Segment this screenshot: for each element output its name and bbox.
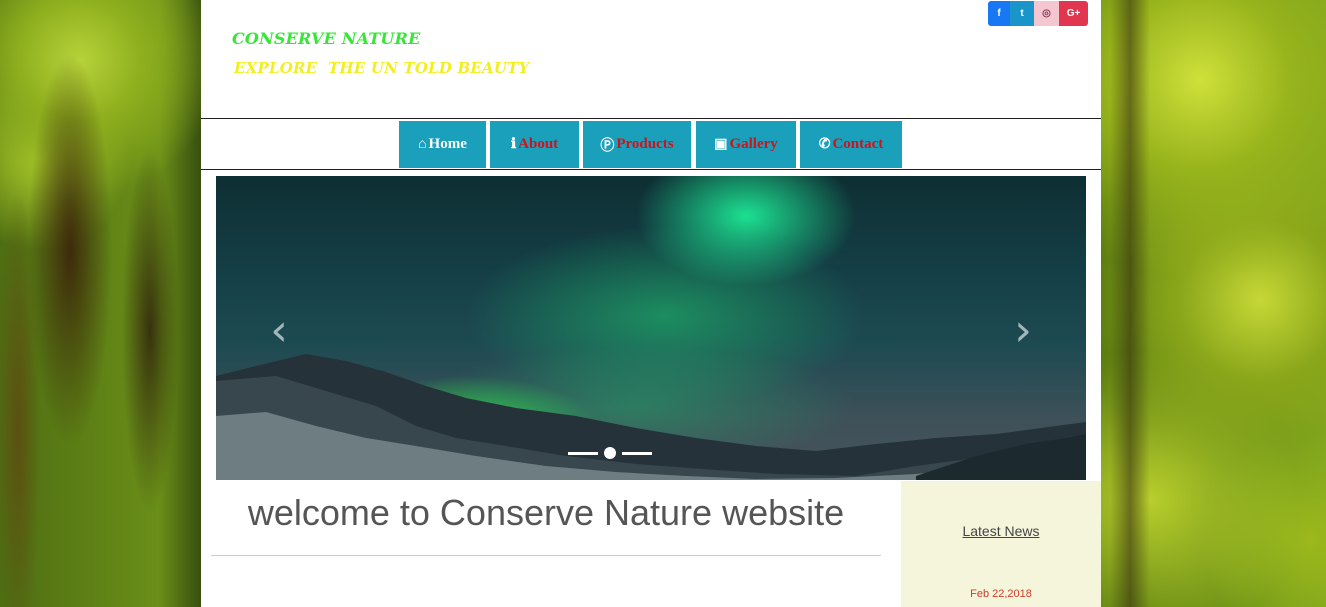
google-plus-icon[interactable]: G+ bbox=[1059, 1, 1088, 26]
news-sidebar: Latest News Feb 22,2018 bbox=[901, 481, 1101, 607]
main-nav: ⌂ Home ℹ About Ⓟ Products ▣ Gallery ✆ Co… bbox=[201, 118, 1101, 170]
home-icon: ⌂ bbox=[418, 136, 427, 152]
social-links: f t ◎ G+ bbox=[988, 1, 1088, 26]
site-subtitle: EXPLORE THE UN TOLD BEAUTY bbox=[234, 59, 530, 77]
nav-label-gallery: Gallery bbox=[729, 136, 778, 152]
nav-contact[interactable]: ✆ Contact bbox=[800, 121, 902, 168]
contact-icon: ✆ bbox=[818, 137, 831, 152]
carousel-next-button[interactable]: › bbox=[1008, 309, 1038, 353]
aurora-slide-image bbox=[216, 354, 1086, 480]
facebook-icon[interactable]: f bbox=[988, 1, 1010, 26]
welcome-heading: welcome to Conserve Nature website bbox=[247, 492, 845, 533]
info-icon: ℹ bbox=[510, 137, 517, 152]
image-icon: ▣ bbox=[714, 137, 728, 152]
nav-gallery[interactable]: ▣ Gallery bbox=[696, 121, 796, 168]
carousel-prev-button[interactable]: ‹ bbox=[264, 309, 294, 353]
divider bbox=[211, 555, 881, 556]
background-tree-trunk bbox=[1110, 0, 1150, 607]
carousel-indicator-1[interactable] bbox=[568, 451, 598, 455]
hero-carousel: ‹ › bbox=[216, 176, 1086, 480]
nav-products[interactable]: Ⓟ Products bbox=[583, 121, 691, 168]
carousel-indicator-3[interactable] bbox=[622, 451, 652, 455]
nav-home[interactable]: ⌂ Home bbox=[399, 121, 486, 168]
nav-label-contact: Contact bbox=[832, 136, 884, 152]
carousel-indicator-2-active[interactable] bbox=[604, 447, 616, 459]
twitter-icon[interactable]: t bbox=[1010, 1, 1034, 26]
nav-label-about: About bbox=[518, 136, 559, 152]
news-date: Feb 22,2018 bbox=[970, 588, 1032, 600]
page-container: CONSERVE NATURE EXPLORE THE UN TOLD BEAU… bbox=[201, 0, 1101, 607]
product-icon: Ⓟ bbox=[600, 138, 615, 154]
instagram-icon[interactable]: ◎ bbox=[1034, 1, 1059, 26]
carousel-indicators bbox=[568, 447, 652, 459]
news-title-link[interactable]: Latest News bbox=[901, 523, 1101, 539]
nav-label-products: Products bbox=[616, 136, 674, 152]
nav-about[interactable]: ℹ About bbox=[490, 121, 579, 168]
nav-label-home: Home bbox=[428, 136, 467, 152]
site-title: CONSERVE NATURE bbox=[232, 29, 421, 48]
